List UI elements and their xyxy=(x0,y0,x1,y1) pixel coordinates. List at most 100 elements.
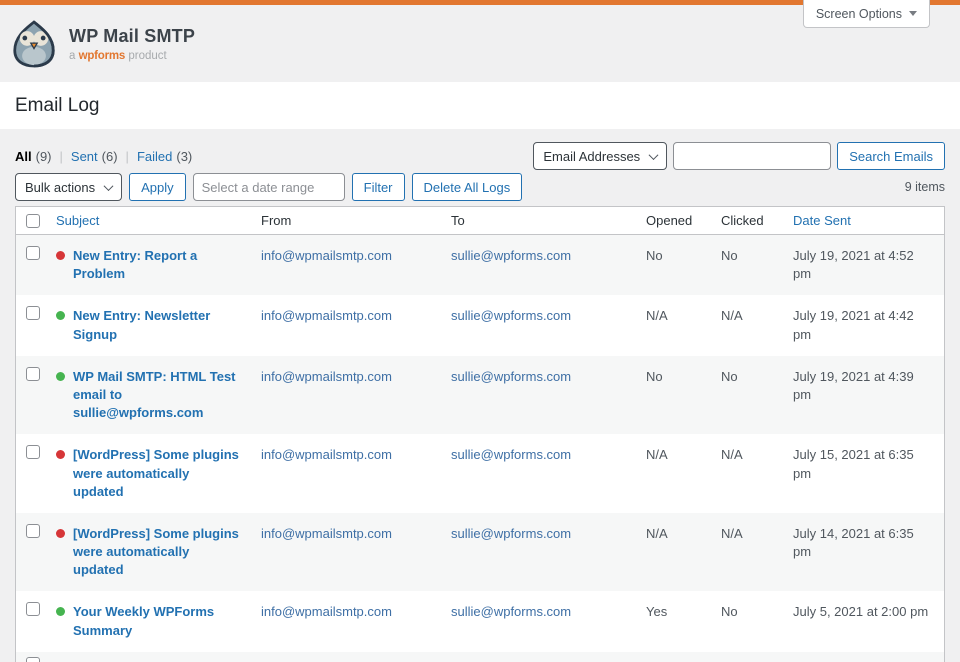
opened-value: Yes xyxy=(646,591,721,651)
view-filter-failed[interactable]: Failed xyxy=(137,149,172,164)
screen-options-label: Screen Options xyxy=(816,7,902,21)
from-address: info@wpmailsmtp.com xyxy=(261,434,451,513)
date-range-input[interactable] xyxy=(193,173,345,201)
search-mode-select[interactable]: Email Addresses xyxy=(533,142,667,170)
table-row: Your Weekly WPForms Summary info@wpmails… xyxy=(16,591,944,651)
opened-value: N/A xyxy=(646,434,721,513)
row-checkbox-cell xyxy=(16,513,56,592)
row-checkbox[interactable] xyxy=(26,657,40,662)
chevron-down-icon xyxy=(104,181,114,191)
to-address: sullie@wpforms.com xyxy=(451,235,646,295)
bulk-actions-toolbar: Bulk actions Apply Filter Delete All Log… xyxy=(15,173,522,201)
view-filter-sent[interactable]: Sent xyxy=(71,149,98,164)
row-checkbox[interactable] xyxy=(26,367,40,381)
date-sent-value: July 19, 2021 at 4:39 pm xyxy=(793,356,944,435)
table-row: New Entry: Newsletter Signup info@wpmail… xyxy=(16,295,944,355)
status-dot-icon xyxy=(56,372,65,381)
row-checkbox[interactable] xyxy=(26,306,40,320)
row-checkbox[interactable] xyxy=(26,246,40,260)
clicked-value: No xyxy=(721,591,793,651)
email-subject-link[interactable]: [WordPress] Some plugins were automatica… xyxy=(73,446,239,501)
subject-cell: New Entry: Newsletter Signup xyxy=(56,295,261,355)
from-address: info@wpmailsmtp.com xyxy=(261,591,451,651)
from-address: info@wpmailsmtp.com xyxy=(261,356,451,435)
table-row: [WordPress] Some plugins were automatica… xyxy=(16,434,944,513)
email-log-table: SubjectFromToOpenedClickedDate Sent New … xyxy=(15,206,945,662)
row-checkbox[interactable] xyxy=(26,602,40,616)
clicked-value: N/A xyxy=(721,434,793,513)
clicked-value: N/A xyxy=(721,295,793,355)
search-mode-label: Email Addresses xyxy=(543,149,640,164)
table-body: New Entry: Report a Problem info@wpmails… xyxy=(16,235,944,652)
bulk-actions-label: Bulk actions xyxy=(25,180,95,195)
view-filter-all[interactable]: All xyxy=(15,149,32,164)
column-header-subject[interactable]: Subject xyxy=(56,213,261,228)
subject-cell: Your Weekly WPForms Summary xyxy=(56,591,261,651)
table-header-row: SubjectFromToOpenedClickedDate Sent xyxy=(16,207,944,235)
opened-value: N/A xyxy=(646,513,721,592)
email-log-content: All (9) Sent (6) Failed (3) Email Addresses S… xyxy=(15,129,945,662)
subject-cell: [WordPress] Some plugins were automatica… xyxy=(56,434,261,513)
opened-value: No xyxy=(646,356,721,435)
from-address: info@wpmailsmtp.com xyxy=(261,513,451,592)
select-all-cell xyxy=(16,214,56,228)
subject-cell: New Entry: Report a Problem xyxy=(56,235,261,295)
subtitle-prefix: a xyxy=(69,50,75,62)
to-address: sullie@wpforms.com xyxy=(451,356,646,435)
to-address: sullie@wpforms.com xyxy=(451,591,646,651)
date-sent-value: July 15, 2021 at 6:35 pm xyxy=(793,434,944,513)
row-checkbox-cell xyxy=(16,434,56,513)
row-checkbox-cell xyxy=(16,356,56,435)
to-address: sullie@wpforms.com xyxy=(451,295,646,355)
plugin-title: WP Mail SMTP xyxy=(69,26,195,47)
email-subject-link[interactable]: Your Weekly WPForms Summary xyxy=(73,603,239,639)
plugin-subtitle: a wpforms product xyxy=(69,50,195,62)
view-filters: All (9) Sent (6) Failed (3) xyxy=(15,149,192,164)
subtitle-suffix: product xyxy=(128,50,166,62)
search-input[interactable] xyxy=(673,142,831,170)
table-row: WP Mail SMTP: HTML Test email to sullie@… xyxy=(16,356,944,435)
date-sent-value: July 19, 2021 at 4:42 pm xyxy=(793,295,944,355)
email-subject-link[interactable]: New Entry: Report a Problem xyxy=(73,247,239,283)
row-checkbox[interactable] xyxy=(26,445,40,459)
status-dot-icon xyxy=(56,251,65,260)
wpforms-brand: wpforms xyxy=(79,50,126,62)
date-sent-value: July 19, 2021 at 4:52 pm xyxy=(793,235,944,295)
email-subject-link[interactable]: [WordPress] Some plugins were automatica… xyxy=(73,525,239,580)
column-header-to: To xyxy=(451,213,646,228)
screen-options-button[interactable]: Screen Options xyxy=(803,0,930,28)
to-address: sullie@wpforms.com xyxy=(451,513,646,592)
clicked-value: No xyxy=(721,356,793,435)
table-row: [WordPress] Some plugins were automatica… xyxy=(16,513,944,592)
status-dot-icon xyxy=(56,450,65,459)
view-filter-count: (6) xyxy=(102,149,118,164)
row-checkbox-cell xyxy=(16,295,56,355)
select-all-checkbox[interactable] xyxy=(26,214,40,228)
column-header-opened: Opened xyxy=(646,213,721,228)
subject-cell: [WordPress] Some plugins were automatica… xyxy=(56,513,261,592)
from-address: info@wpmailsmtp.com xyxy=(261,295,451,355)
filter-button[interactable]: Filter xyxy=(352,173,405,201)
table-row: New Entry: Report a Problem info@wpmails… xyxy=(16,235,944,295)
row-checkbox-cell xyxy=(16,235,56,295)
status-dot-icon xyxy=(56,529,65,538)
table-row-partial xyxy=(16,652,944,662)
bulk-actions-select[interactable]: Bulk actions xyxy=(15,173,122,201)
email-subject-link[interactable]: New Entry: Newsletter Signup xyxy=(73,307,239,343)
row-checkbox-cell xyxy=(16,591,56,651)
apply-button[interactable]: Apply xyxy=(129,173,186,201)
from-address: info@wpmailsmtp.com xyxy=(261,235,451,295)
column-header-date-sent[interactable]: Date Sent xyxy=(793,213,944,228)
date-sent-value: July 14, 2021 at 6:35 pm xyxy=(793,513,944,592)
delete-all-logs-button[interactable]: Delete All Logs xyxy=(412,173,523,201)
wp-mail-smtp-pigeon-logo-icon xyxy=(12,20,56,68)
email-subject-link[interactable]: WP Mail SMTP: HTML Test email to sullie@… xyxy=(73,368,239,423)
view-filter-count: (3) xyxy=(176,149,192,164)
search-emails-button[interactable]: Search Emails xyxy=(837,142,945,170)
view-filter-count: (9) xyxy=(36,149,52,164)
items-count: 9 items xyxy=(905,180,945,194)
status-dot-icon xyxy=(56,311,65,320)
clicked-value: N/A xyxy=(721,513,793,592)
row-checkbox[interactable] xyxy=(26,524,40,538)
opened-value: N/A xyxy=(646,295,721,355)
